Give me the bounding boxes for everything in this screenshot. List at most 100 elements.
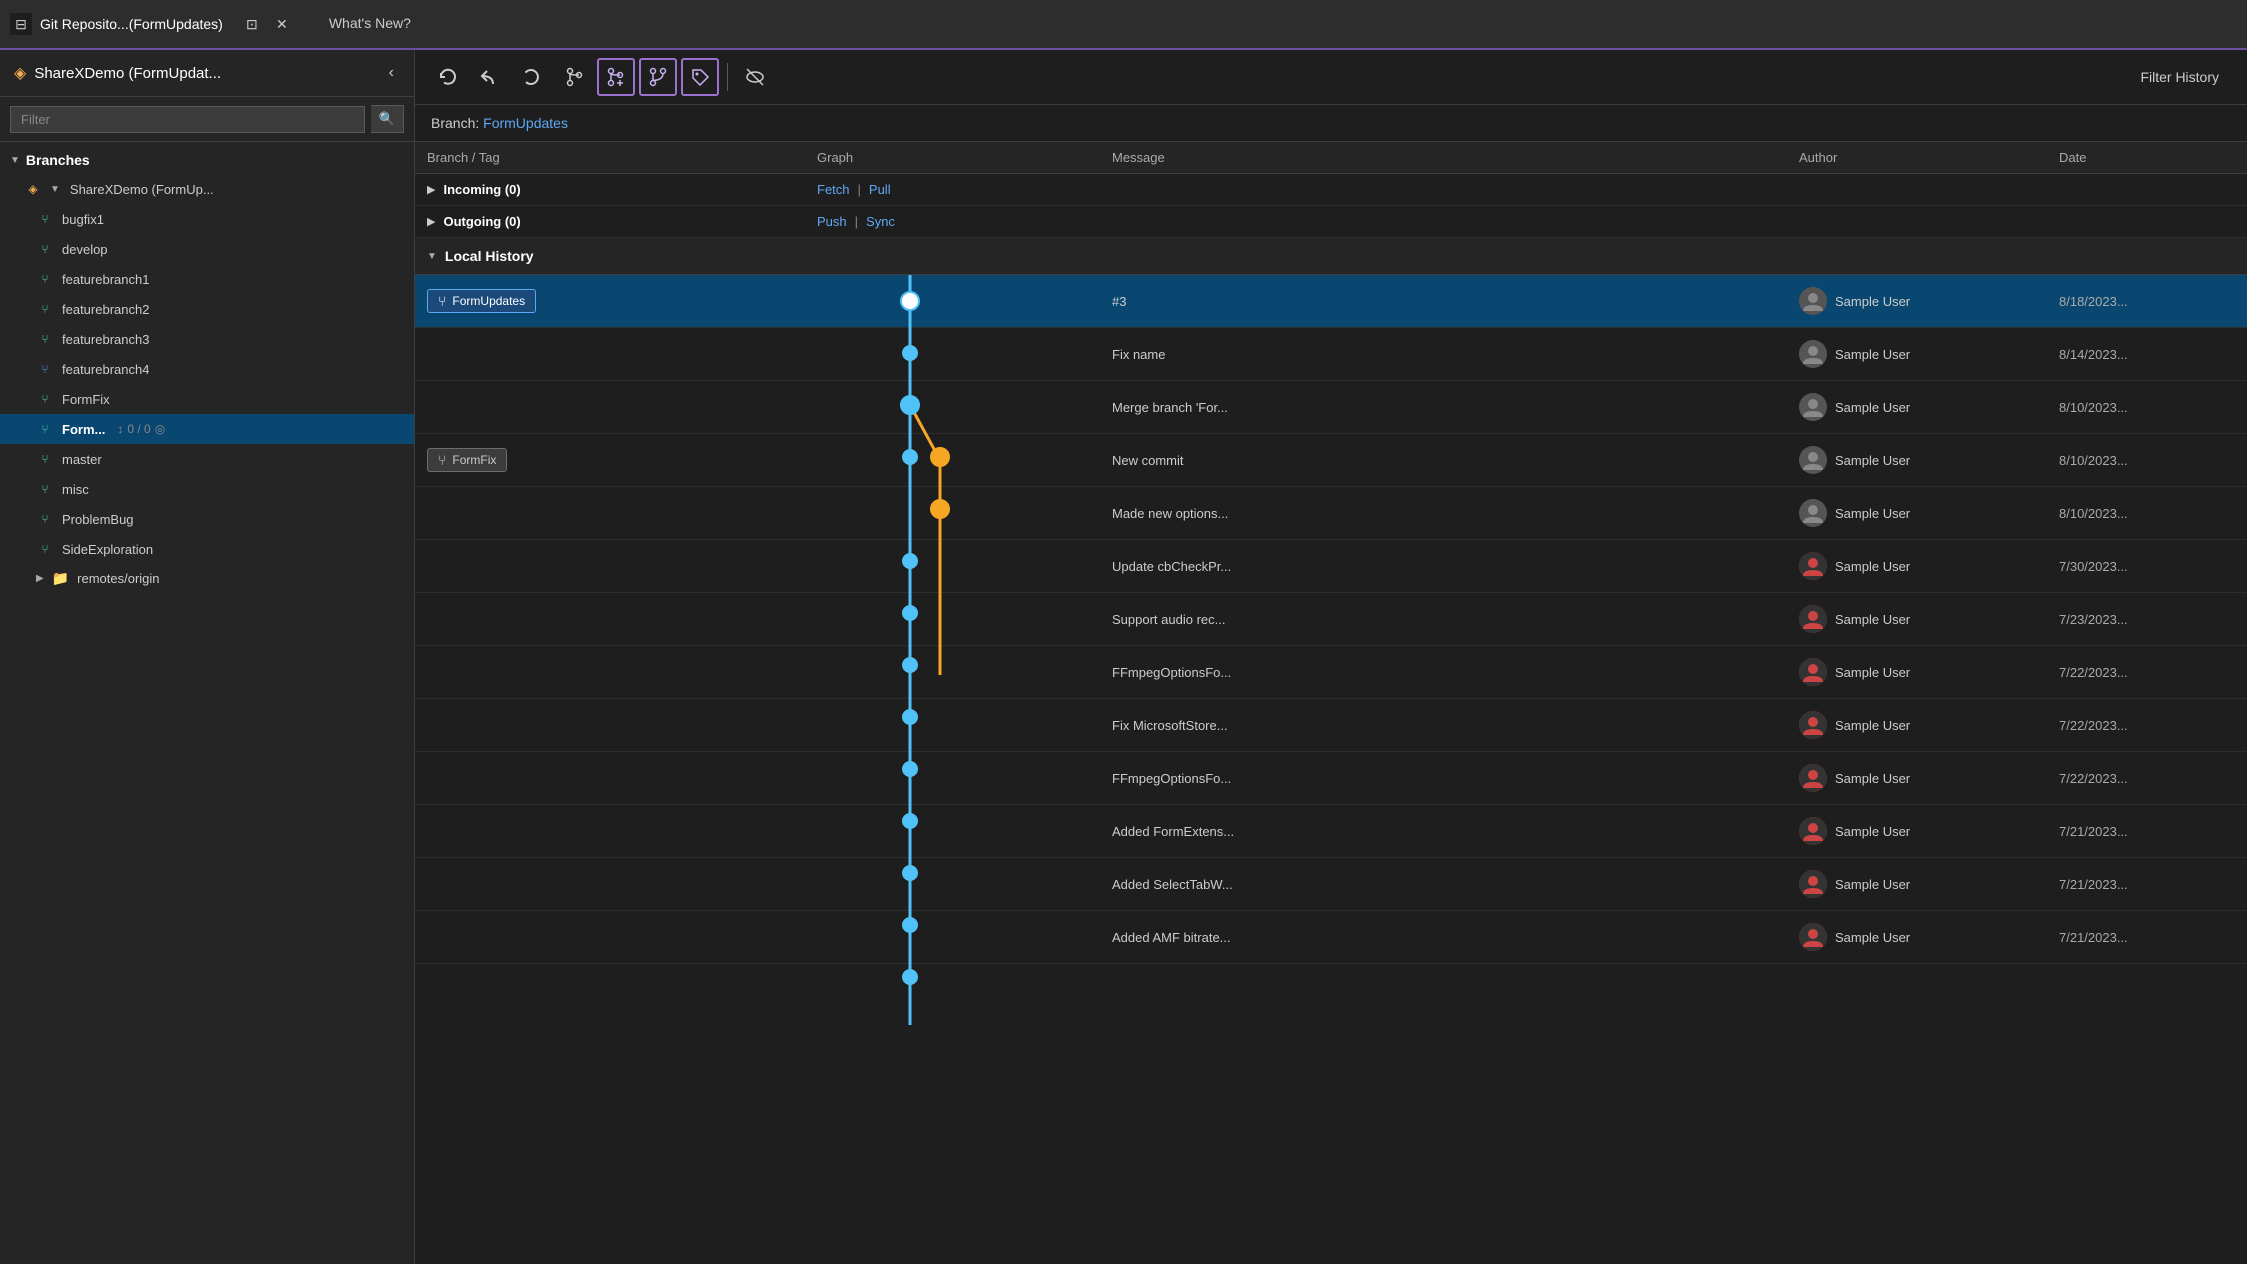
- commit-row[interactable]: FFmpegOptionsFo...Sample User7/22/2023..…: [415, 646, 2247, 699]
- sidebar-item-bugfix1[interactable]: ⑂ bugfix1: [0, 204, 414, 234]
- sidebar-item-featurebranch4[interactable]: ⑂ featurebranch4: [0, 354, 414, 384]
- branches-section-header[interactable]: ▼ Branches: [0, 142, 414, 174]
- sort-icon: ↕: [117, 422, 123, 436]
- outgoing-row[interactable]: ▶ Outgoing (0) Push | Sync: [415, 206, 2247, 238]
- commit-row[interactable]: Fix MicrosoftStore...Sample User7/22/202…: [415, 699, 2247, 752]
- commit-message: Added FormExtens...: [1100, 824, 1787, 839]
- commit-date: 7/30/2023...: [2047, 559, 2247, 574]
- filter-input[interactable]: [10, 106, 365, 133]
- sidebar-item-formfix[interactable]: ⑂ FormFix: [0, 384, 414, 414]
- commit-row[interactable]: Added FormExtens... Sample User 7/21/2023.…: [415, 805, 2247, 858]
- pull-link[interactable]: Pull: [869, 182, 891, 197]
- commit-date: 7/22/2023...: [2047, 771, 2247, 786]
- branch-icon: ⑂: [36, 390, 54, 408]
- new-branch-button[interactable]: [597, 58, 635, 96]
- triangle-right-icon: ▶: [36, 573, 44, 584]
- collapse-sidebar-button[interactable]: ‹: [383, 62, 400, 84]
- avatar: [1799, 923, 1827, 951]
- sidebar-item-repo[interactable]: ◈ ▼ ShareXDemo (FormUp...: [0, 174, 414, 204]
- avatar: [1799, 499, 1827, 527]
- author-name: Sample User: [1835, 559, 1910, 574]
- commit-graph-cell: [805, 540, 1100, 592]
- commit-author: Sample User: [1787, 817, 2047, 845]
- author-name: Sample User: [1835, 824, 1910, 839]
- merge-button[interactable]: [639, 58, 677, 96]
- expand-arrow-icon[interactable]: ▶: [427, 183, 435, 196]
- commit-row[interactable]: Merge branch 'For...Sample User8/10/2023…: [415, 381, 2247, 434]
- commit-date: 7/21/2023...: [2047, 824, 2247, 839]
- commit-author: Sample User: [1787, 764, 2047, 792]
- push-link[interactable]: Push: [817, 214, 847, 229]
- commit-row[interactable]: Support audio rec...Sample User7/23/2023…: [415, 593, 2247, 646]
- commit-row[interactable]: Added AMF bitrate...Sample User7/21/2023…: [415, 911, 2247, 964]
- expand-arrow-icon[interactable]: ▶: [427, 215, 435, 228]
- sidebar-item-remotes[interactable]: ▶ 📁 remotes/origin: [0, 564, 414, 593]
- pin-button[interactable]: ⊡: [239, 11, 265, 37]
- undo-button[interactable]: [471, 58, 509, 96]
- commit-date: 8/10/2023...: [2047, 453, 2247, 468]
- commit-date: 8/14/2023...: [2047, 347, 2247, 362]
- sidebar-item-develop[interactable]: ⑂ develop: [0, 234, 414, 264]
- git-repo-icon: ⊟: [10, 13, 32, 35]
- whats-new-tab[interactable]: What's New?: [313, 0, 427, 49]
- commit-graph-cell: [805, 858, 1100, 910]
- avatar: [1799, 711, 1827, 739]
- branch-repo-icon: ◈: [24, 180, 42, 198]
- branch-icon: ⑂: [36, 450, 54, 468]
- sidebar-item-featurebranch1[interactable]: ⑂ featurebranch1: [0, 264, 414, 294]
- commit-author: Sample User: [1787, 393, 2047, 421]
- close-button[interactable]: ✕: [269, 11, 295, 37]
- commit-row[interactable]: ⑂FormFixNew commitSample User8/10/2023..…: [415, 434, 2247, 487]
- filter-history-button[interactable]: Filter History: [2126, 63, 2233, 91]
- author-name: Sample User: [1835, 665, 1910, 680]
- commit-message: Fix name: [1100, 347, 1787, 362]
- sidebar-item-featurebranch3[interactable]: ⑂ featurebranch3: [0, 324, 414, 354]
- commit-row[interactable]: Fix nameSample User8/14/2023...: [415, 328, 2247, 381]
- commit-row[interactable]: FFmpegOptionsFo...Sample User7/22/2023..…: [415, 752, 2247, 805]
- redo-button[interactable]: [513, 58, 551, 96]
- author-name: Sample User: [1835, 771, 1910, 786]
- sidebar-item-sideexploration[interactable]: ⑂ SideExploration: [0, 534, 414, 564]
- sidebar-item-featurebranch2[interactable]: ⑂ featurebranch2: [0, 294, 414, 324]
- sidebar-item-problembug[interactable]: ⑂ ProblemBug: [0, 504, 414, 534]
- sync-link[interactable]: Sync: [866, 214, 895, 229]
- title-bar: ⊟ Git Reposito...(FormUpdates) ⊡ ✕ What'…: [0, 0, 2247, 50]
- commit-row[interactable]: Update cbCheckPr... Sample User 7/30/2023.…: [415, 540, 2247, 593]
- commit-graph-cell: [805, 911, 1100, 963]
- commit-row[interactable]: Made new options...Sample User8/10/2023.…: [415, 487, 2247, 540]
- branch-button[interactable]: [555, 58, 593, 96]
- commit-message: Update cbCheckPr...: [1100, 559, 1787, 574]
- sidebar-item-formupdates[interactable]: ⑂ Form... ↕ 0 / 0 ◎: [0, 414, 414, 444]
- refresh-button[interactable]: [429, 58, 467, 96]
- hide-button[interactable]: [736, 58, 774, 96]
- commit-message: Fix MicrosoftStore...: [1100, 718, 1787, 733]
- commit-graph-cell: [805, 646, 1100, 698]
- sidebar-content: ▼ Branches ◈ ▼ ShareXDemo (FormUp... ⑂ b…: [0, 142, 414, 1264]
- sidebar-item-master[interactable]: ⑂ master: [0, 444, 414, 474]
- col-branch-tag: Branch / Tag: [415, 150, 805, 165]
- branch-icon: ⑂: [36, 240, 54, 258]
- commit-author: Sample User: [1787, 499, 2047, 527]
- commit-graph-cell: [805, 752, 1100, 804]
- commit-row[interactable]: ⑂FormUpdates#3Sample User8/18/2023...: [415, 275, 2247, 328]
- commit-row[interactable]: Added SelectTabW... Sample User 7/21/2023.…: [415, 858, 2247, 911]
- sidebar-item-misc[interactable]: ⑂ misc: [0, 474, 414, 504]
- commit-message: Made new options...: [1100, 506, 1787, 521]
- fetch-link[interactable]: Fetch: [817, 182, 850, 197]
- toolbar-separator: [727, 63, 728, 91]
- commit-message: FFmpegOptionsFo...: [1100, 665, 1787, 680]
- main-layout: ◈ ShareXDemo (FormUpdat... ‹ 🔍 ▼ Branche…: [0, 50, 2247, 1264]
- author-name: Sample User: [1835, 877, 1910, 892]
- filter-row: 🔍: [0, 97, 414, 142]
- tag-button[interactable]: [681, 58, 719, 96]
- commit-author: Sample User: [1787, 446, 2047, 474]
- branch-tag[interactable]: ⑂FormFix: [427, 448, 507, 472]
- incoming-row[interactable]: ▶ Incoming (0) Fetch | Pull: [415, 174, 2247, 206]
- search-icon[interactable]: 🔍: [371, 105, 404, 133]
- avatar: [1799, 658, 1827, 686]
- commit-graph-cell: [805, 434, 1100, 486]
- branch-tag[interactable]: ⑂FormUpdates: [427, 289, 536, 313]
- commit-message: Added SelectTabW...: [1100, 877, 1787, 892]
- commit-date: 7/21/2023...: [2047, 877, 2247, 892]
- commit-date: 7/22/2023...: [2047, 718, 2247, 733]
